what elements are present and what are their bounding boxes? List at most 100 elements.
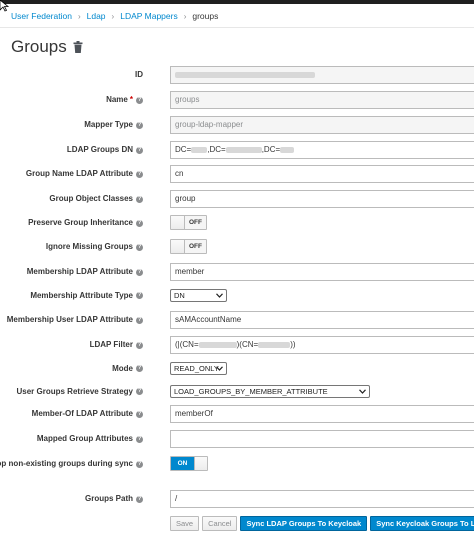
row-drop-nonexisting: Drop non-existing groups during sync ? O… <box>0 455 474 473</box>
help-icon[interactable]: ? <box>136 495 143 503</box>
cancel-button[interactable]: Cancel <box>202 516 238 531</box>
mapper-type-label: Mapper Type ? <box>84 120 143 129</box>
sync-keycloak-to-ldap-button[interactable]: Sync Keycloak Groups To LDAP <box>370 516 474 531</box>
help-icon[interactable]: ? <box>136 96 143 104</box>
help-icon[interactable]: ? <box>136 170 143 178</box>
row-preserve-inheritance: Preserve Group Inheritance ? OFF <box>0 214 474 232</box>
group-object-classes-input[interactable]: group <box>170 190 474 208</box>
row-group-name-attr: Group Name LDAP Attribute ? cn <box>0 165 474 183</box>
row-mapper-type: Mapper Type ? group-ldap-mapper <box>0 116 474 134</box>
help-icon[interactable]: ? <box>136 292 143 299</box>
help-icon[interactable]: ? <box>136 146 143 154</box>
chevron-down-icon <box>359 389 366 394</box>
help-icon[interactable]: ? <box>136 341 143 349</box>
member-of-attr-label: Member-Of LDAP Attribute ? <box>31 409 143 418</box>
group-name-attr-label: Group Name LDAP Attribute ? <box>25 169 143 178</box>
chevron-down-icon <box>216 366 223 371</box>
trash-icon[interactable] <box>73 41 83 53</box>
top-bar <box>0 0 474 4</box>
row-ldap-filter: LDAP Filter ? (|(CN=)(CN=)) <box>0 336 474 354</box>
action-buttons: Save Cancel Sync LDAP Groups To Keycloak… <box>170 516 474 531</box>
groups-path-input[interactable]: / <box>170 490 474 508</box>
help-icon[interactable]: ? <box>136 219 143 227</box>
page-title-text: Groups <box>11 37 67 56</box>
membership-attr-label: Membership LDAP Attribute ? <box>26 267 143 276</box>
row-name: Name * ? groups <box>0 91 474 109</box>
name-label: Name * ? <box>106 95 143 104</box>
row-id: ID <box>0 66 474 84</box>
ldap-groups-dn-label: LDAP Groups DN ? <box>66 145 143 154</box>
breadcrumb-separator-icon: › <box>111 11 115 21</box>
toggle-knob <box>171 240 185 253</box>
help-icon[interactable]: ? <box>136 195 143 203</box>
id-label: ID <box>135 70 143 79</box>
breadcrumb: User Federation › Ldap › LDAP Mappers › … <box>11 11 218 21</box>
ldap-filter-label: LDAP Filter ? <box>89 340 143 349</box>
toggle-state: OFF <box>185 240 206 253</box>
row-member-of-attr: Member-Of LDAP Attribute ? memberOf <box>0 405 474 423</box>
preserve-inheritance-label: Preserve Group Inheritance ? <box>28 218 143 227</box>
row-membership-user-attr: Membership User LDAP Attribute ? sAMAcco… <box>0 311 474 329</box>
groups-path-label: Groups Path ? <box>84 494 143 503</box>
mode-label: Mode ? <box>112 364 143 373</box>
row-ignore-missing: Ignore Missing Groups ? OFF <box>0 238 474 256</box>
chevron-down-icon <box>216 293 223 298</box>
membership-user-attr-input[interactable]: sAMAccountName <box>170 311 474 329</box>
membership-attr-input[interactable]: member <box>170 263 474 281</box>
mode-select[interactable]: READ_ONLY <box>170 362 227 375</box>
mapper-type-field: group-ldap-mapper <box>170 116 474 134</box>
name-field: groups <box>170 91 474 109</box>
breadcrumb-ldap[interactable]: Ldap <box>87 11 106 21</box>
member-of-attr-input[interactable]: memberOf <box>170 405 474 423</box>
help-icon[interactable]: ? <box>136 460 143 468</box>
help-icon[interactable]: ? <box>136 316 143 324</box>
help-icon[interactable]: ? <box>136 243 143 251</box>
breadcrumb-user-federation[interactable]: User Federation <box>11 11 72 21</box>
row-mapped-group-attrs: Mapped Group Attributes ? <box>0 430 474 448</box>
help-icon[interactable]: ? <box>136 435 143 443</box>
drop-nonexisting-label: Drop non-existing groups during sync ? <box>0 459 143 468</box>
sync-ldap-to-keycloak-button[interactable]: Sync LDAP Groups To Keycloak <box>240 516 368 531</box>
ldap-filter-input[interactable]: (|(CN=)(CN=)) <box>170 336 474 354</box>
membership-user-attr-label: Membership User LDAP Attribute ? <box>6 315 143 324</box>
help-icon[interactable]: ? <box>136 410 143 418</box>
toggle-knob <box>171 216 185 229</box>
redacted-id <box>175 71 315 78</box>
page-title: Groups <box>11 37 83 57</box>
toggle-knob <box>194 457 207 470</box>
row-retrieve-strategy: User Groups Retrieve Strategy ? LOAD_GRO… <box>0 385 474 403</box>
ignore-missing-toggle[interactable]: OFF <box>170 239 207 254</box>
help-icon[interactable]: ? <box>136 121 143 129</box>
id-field <box>170 66 474 84</box>
mapped-group-attrs-label: Mapped Group Attributes ? <box>36 434 143 443</box>
row-membership-attr-type: Membership Attribute Type ? DN <box>0 289 474 307</box>
drop-nonexisting-toggle[interactable]: ON <box>170 456 208 471</box>
membership-attr-type-select[interactable]: DN <box>170 289 227 302</box>
breadcrumb-current: groups <box>192 11 219 21</box>
group-object-classes-label: Group Object Classes ? <box>49 194 143 203</box>
preserve-inheritance-toggle[interactable]: OFF <box>170 215 207 230</box>
toggle-state: ON <box>171 457 194 470</box>
group-name-attr-input[interactable]: cn <box>170 165 474 183</box>
breadcrumb-ldap-mappers[interactable]: LDAP Mappers <box>120 11 177 21</box>
help-icon[interactable]: ? <box>136 388 143 395</box>
save-button[interactable]: Save <box>170 516 200 531</box>
row-membership-attr: Membership LDAP Attribute ? member <box>0 263 474 281</box>
toggle-state: OFF <box>185 216 206 229</box>
row-mode: Mode ? READ_ONLY <box>0 362 474 380</box>
breadcrumb-separator-icon: › <box>183 11 187 21</box>
mapped-group-attrs-input[interactable] <box>170 430 474 448</box>
mouse-cursor-icon <box>0 0 10 12</box>
help-icon[interactable]: ? <box>136 268 143 276</box>
row-group-object-classes: Group Object Classes ? group <box>0 190 474 208</box>
retrieve-strategy-select[interactable]: LOAD_GROUPS_BY_MEMBER_ATTRIBUTE <box>170 385 370 398</box>
ldap-groups-dn-input[interactable]: DC= ,DC= ,DC= <box>170 141 474 159</box>
row-groups-path: Groups Path ? / <box>0 490 474 508</box>
help-icon[interactable]: ? <box>136 365 143 372</box>
breadcrumb-divider <box>0 27 474 28</box>
ignore-missing-label: Ignore Missing Groups ? <box>45 242 143 251</box>
breadcrumb-separator-icon: › <box>77 11 81 21</box>
membership-attr-type-label: Membership Attribute Type ? <box>30 291 143 300</box>
row-ldap-groups-dn: LDAP Groups DN ? DC= ,DC= ,DC= <box>0 141 474 159</box>
retrieve-strategy-label: User Groups Retrieve Strategy ? <box>16 387 143 396</box>
